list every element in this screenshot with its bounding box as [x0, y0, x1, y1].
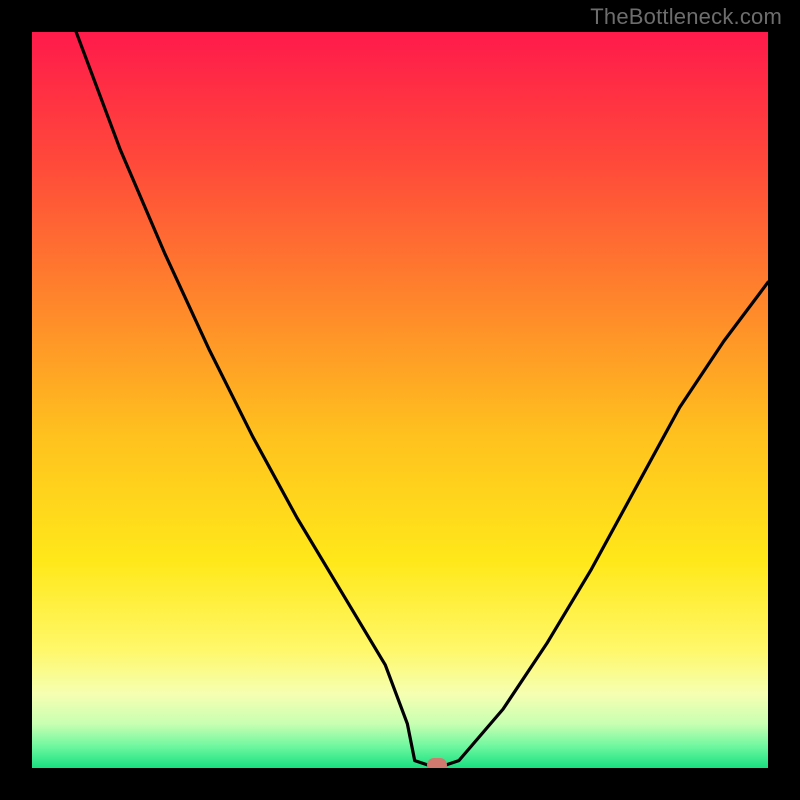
plot-svg	[32, 32, 768, 768]
gradient-bg	[32, 32, 768, 768]
plot-area	[32, 32, 768, 768]
watermark-text: TheBottleneck.com	[590, 4, 782, 30]
optimum-marker	[427, 758, 447, 768]
chart-frame: TheBottleneck.com	[0, 0, 800, 800]
